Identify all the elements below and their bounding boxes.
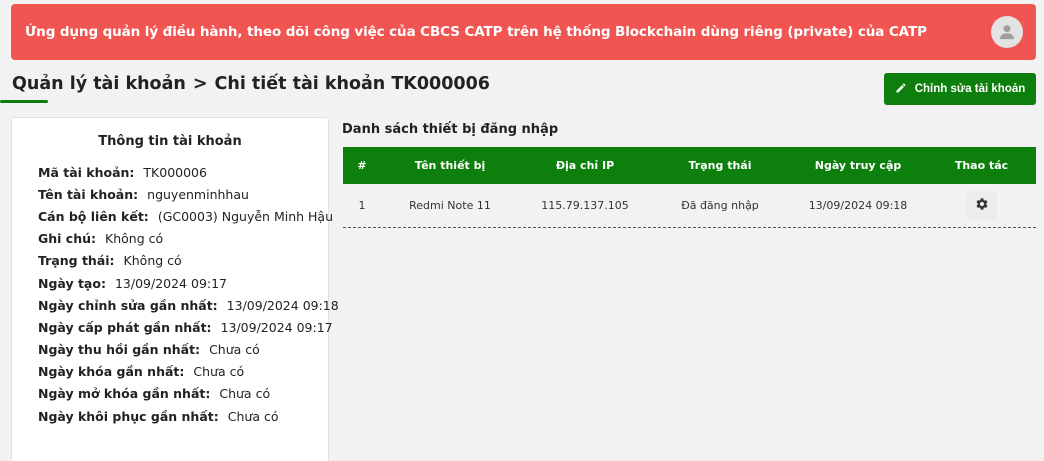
info-row-last-edited: Ngày chỉnh sửa gần nhất: 13/09/2024 09:18 xyxy=(38,294,339,316)
edit-account-button[interactable]: Chỉnh sửa tài khoản xyxy=(884,73,1036,105)
breadcrumb-parent-link[interactable]: Quản lý tài khoản xyxy=(12,74,186,94)
info-row-note: Ghi chú: Không có xyxy=(38,228,339,250)
edit-account-label: Chỉnh sửa tài khoản xyxy=(914,83,1026,95)
info-row-last-revoked: Ngày thu hồi gần nhất: Chưa có xyxy=(38,339,339,361)
cell-actions xyxy=(927,191,1036,220)
info-value: (GC0003) Nguyễn Minh Hậu xyxy=(157,208,334,224)
info-value: Chưa có xyxy=(227,408,279,424)
cell-device-name: Redmi Note 11 xyxy=(409,199,491,212)
info-label: Ngày cấp phát gần nhất: xyxy=(38,319,212,335)
cell-ip-address: 115.79.137.105 xyxy=(541,199,629,212)
column-header-device: Tên thiết bị xyxy=(414,159,486,172)
info-row-account-name: Tên tài khoản: nguyenminhhau xyxy=(38,183,339,205)
info-row-last-unlocked: Ngày mở khóa gần nhất: Chưa có xyxy=(38,383,339,405)
info-label: Cán bộ liên kết: xyxy=(38,208,149,224)
devices-table-header: # Tên thiết bị Địa chỉ IP Trạng thái Ngà… xyxy=(343,147,1036,184)
info-value: 13/09/2024 09:18 xyxy=(226,297,339,313)
info-label: Ghi chú: xyxy=(38,231,97,247)
info-value: Chưa có xyxy=(219,386,271,402)
info-label: Ngày khôi phục gần nhất: xyxy=(38,408,219,424)
devices-table: # Tên thiết bị Địa chỉ IP Trạng thái Ngà… xyxy=(343,147,1036,228)
info-value: Không có xyxy=(123,253,182,269)
account-info-list: Mã tài khoản: TK000006 Tên tài khoản: nguy… xyxy=(38,161,339,427)
cell-access-date: 13/09/2024 09:18 xyxy=(808,199,908,212)
info-value: 13/09/2024 09:17 xyxy=(114,275,228,291)
devices-section-title: Danh sách thiết bị đăng nhập xyxy=(342,122,559,137)
column-header-ip: Địa chỉ IP xyxy=(555,159,615,172)
app-header-banner: Ứng dụng quản lý điều hành, theo dõi côn… xyxy=(11,4,1036,60)
info-value: TK000006 xyxy=(143,164,207,180)
info-row-account-code: Mã tài khoản: TK000006 xyxy=(38,161,339,183)
info-value: nguyenminhhau xyxy=(147,186,249,202)
info-label: Trạng thái: xyxy=(38,253,115,269)
row-settings-button[interactable] xyxy=(966,191,997,220)
info-value: Chưa có xyxy=(193,364,245,380)
info-label: Ngày khóa gần nhất: xyxy=(38,364,185,380)
table-row: 1 Redmi Note 11 115.79.137.105 Đã đăng n… xyxy=(343,184,1036,228)
info-label: Ngày tạo: xyxy=(38,275,106,291)
info-row-status: Trạng thái: Không có xyxy=(38,250,339,272)
gear-icon xyxy=(975,197,989,214)
breadcrumb-current: Chi tiết tài khoản TK000006 xyxy=(214,74,490,94)
info-value: Không có xyxy=(105,231,164,247)
account-info-title: Thông tin tài khoản xyxy=(98,134,242,149)
column-header-status: Trạng thái xyxy=(688,159,752,172)
info-label: Tên tài khoản: xyxy=(38,186,139,202)
account-info-card: Thông tin tài khoản Mã tài khoản: TK00000… xyxy=(11,117,339,461)
info-label: Ngày thu hồi gần nhất: xyxy=(38,342,201,358)
info-row-last-locked: Ngày khóa gần nhất: Chưa có xyxy=(38,361,339,383)
info-row-last-restored: Ngày khôi phục gần nhất: Chưa có xyxy=(38,405,339,427)
breadcrumb-underline xyxy=(0,100,48,103)
info-row-linked-officer: Cán bộ liên kết: (GC0003) Nguyễn Minh Hậu xyxy=(38,205,339,227)
user-avatar-icon[interactable] xyxy=(991,16,1023,48)
info-label: Mã tài khoản: xyxy=(38,164,135,180)
column-header-accessed: Ngày truy cập xyxy=(814,159,902,172)
app-title: Ứng dụng quản lý điều hành, theo dõi côn… xyxy=(25,24,927,40)
info-label: Ngày chỉnh sửa gần nhất: xyxy=(38,297,218,313)
breadcrumb-separator: > xyxy=(192,74,208,94)
info-value: Chưa có xyxy=(209,342,260,358)
cell-index: 1 xyxy=(358,199,366,212)
cell-status: Đã đăng nhập xyxy=(681,199,759,212)
pencil-icon xyxy=(895,82,907,97)
column-header-index: # xyxy=(357,159,367,172)
info-value: 13/09/2024 09:17 xyxy=(220,319,333,335)
info-row-last-issued: Ngày cấp phát gần nhất: 13/09/2024 09:17 xyxy=(38,316,339,338)
info-label: Ngày mở khóa gần nhất: xyxy=(38,386,211,402)
column-header-actions: Thao tác xyxy=(954,159,1009,172)
info-row-created-date: Ngày tạo: 13/09/2024 09:17 xyxy=(38,272,339,294)
breadcrumb: Quản lý tài khoản > Chi tiết tài khoản T… xyxy=(12,74,490,94)
